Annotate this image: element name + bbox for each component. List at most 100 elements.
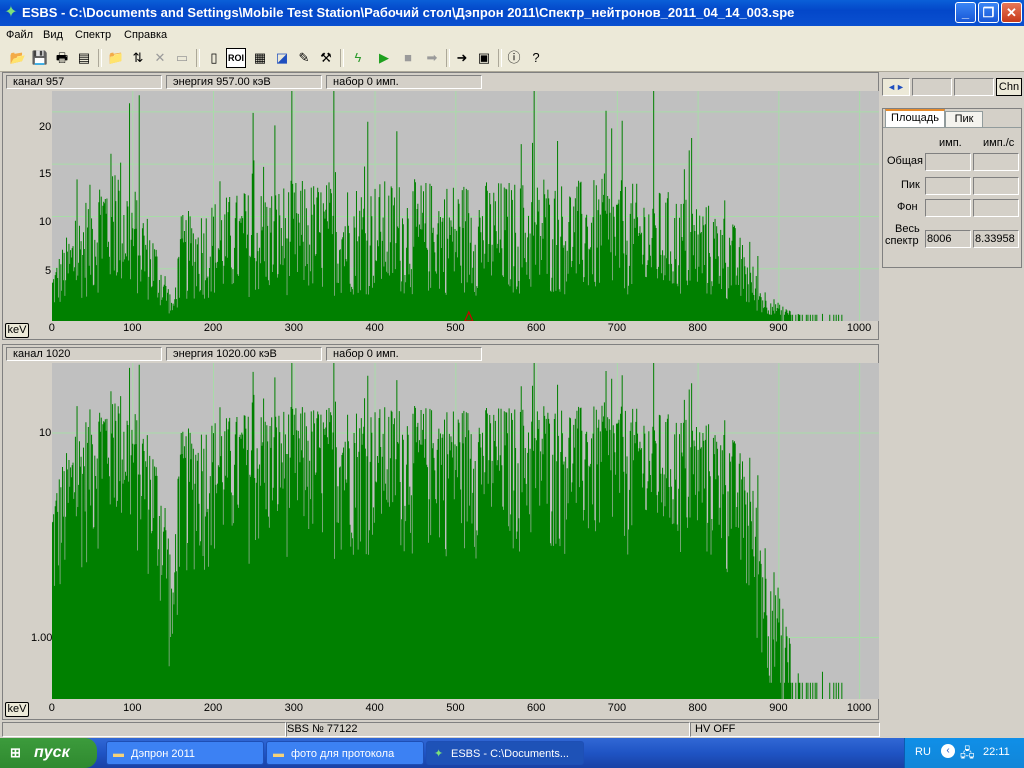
x-tick-label: 100 xyxy=(123,322,142,334)
spectrum-counts-field: 8006 xyxy=(925,230,971,248)
x-tick-label: 700 xyxy=(607,702,627,714)
help-icon[interactable]: ? xyxy=(526,48,546,68)
spectrum-panel-top: канал 957 энергия 957.00 кэВ набор 0 имп… xyxy=(2,72,879,340)
status-serial: SBS № 77122 xyxy=(286,722,690,737)
folder-icon: ▬ xyxy=(273,748,284,760)
x-tick-label: 400 xyxy=(365,322,384,334)
disabled-icon[interactable]: ▭ xyxy=(172,48,192,68)
total-counts-field xyxy=(925,153,971,171)
kev-button[interactable]: keV xyxy=(5,323,29,338)
system-tray: RU ‹ 🖧 22:11 xyxy=(904,738,1024,768)
x-tick-label: 100 xyxy=(123,702,142,714)
print-icon[interactable]: 🖶 xyxy=(52,48,72,68)
x-tick-label: 600 xyxy=(526,702,546,714)
y-tick-label: 1.00 xyxy=(31,632,53,644)
import-icon[interactable]: ▣ xyxy=(474,48,494,68)
menu-file[interactable]: Файл xyxy=(6,29,33,41)
app-icon: ✦ xyxy=(4,4,18,21)
task-esbs[interactable]: ✦ ESBS - C:\Documents... xyxy=(426,741,584,765)
y-tick-label: 5 xyxy=(45,265,52,277)
x-tick-label: 200 xyxy=(203,702,223,714)
folder-icon: ▬ xyxy=(113,748,124,760)
task-label: ESBS - C:\Documents... xyxy=(451,748,569,760)
windows-logo-icon: ⊞ xyxy=(10,745,21,760)
nav-left-icon[interactable]: ◄ xyxy=(887,82,896,92)
menu-view[interactable]: Вид xyxy=(43,29,63,41)
toolbar-separator xyxy=(98,49,102,67)
report-icon[interactable]: ▯ xyxy=(204,48,224,68)
task-photo[interactable]: ▬ фото для протокола xyxy=(266,741,424,765)
x-tick-label: 600 xyxy=(526,322,546,334)
start-label: пуск xyxy=(34,744,70,761)
spectrum-chart-top[interactable] xyxy=(51,81,879,322)
row-total-label: Общая xyxy=(887,155,923,167)
row-spectrum-label: Весь xyxy=(895,223,920,235)
language-indicator[interactable]: RU xyxy=(915,746,931,758)
channel-nav-buttons[interactable]: ◄► xyxy=(882,78,910,96)
stop-icon[interactable]: ■ xyxy=(398,48,418,68)
x-tick-label: 0 xyxy=(48,702,55,714)
status-cell-1 xyxy=(2,722,286,737)
x-tick-label: 500 xyxy=(446,702,465,714)
play-icon[interactable]: ▶ xyxy=(374,48,394,68)
close-button[interactable]: ✕ xyxy=(1001,2,1022,23)
delete-icon[interactable]: ✕ xyxy=(150,48,170,68)
forward-icon[interactable]: ➡ xyxy=(422,48,442,68)
channel-from-field[interactable] xyxy=(912,78,952,96)
total-rate-field xyxy=(973,153,1019,171)
table-icon[interactable]: ▦ xyxy=(250,48,270,68)
run-device-icon[interactable]: ϟ xyxy=(348,48,368,68)
toolbar-separator xyxy=(340,49,344,67)
open-folder-icon[interactable]: 📁 xyxy=(106,48,126,68)
x-tick-label: 700 xyxy=(607,322,627,334)
kev-button[interactable]: keV xyxy=(5,702,29,717)
y-tick-label: 20 xyxy=(39,121,52,133)
tools-icon[interactable]: ⚒ xyxy=(316,48,336,68)
tray-expand-icon[interactable]: ‹ xyxy=(941,744,955,758)
x-tick-label: 1000 xyxy=(846,702,872,714)
spectrum-plot-top[interactable] xyxy=(51,81,879,322)
nav-right-icon[interactable]: ► xyxy=(896,82,905,92)
start-button[interactable]: ⊞ пуск xyxy=(0,738,97,768)
maximize-button[interactable]: ❐ xyxy=(978,2,999,23)
x-tick-label: 500 xyxy=(446,322,465,334)
minimize-button[interactable]: _ xyxy=(955,2,976,23)
peak-rate-field xyxy=(973,177,1019,195)
menu-help[interactable]: Справка xyxy=(124,29,167,41)
energy-field: энергия 1020.00 кэВ xyxy=(166,347,322,361)
energy-field: энергия 957.00 кэВ xyxy=(166,75,322,89)
tab-peak[interactable]: Пик xyxy=(945,111,983,127)
serial-text: SBS № 77122 xyxy=(287,723,358,735)
spectrum-plot-bottom[interactable] xyxy=(51,359,879,699)
open-icon[interactable]: 📂 xyxy=(8,48,28,68)
chn-button[interactable]: Chn xyxy=(996,78,1022,96)
clock: 22:11 xyxy=(983,746,1010,758)
task-depron[interactable]: ▬ Дэпрон 2011 xyxy=(106,741,264,765)
title-bar: ✦ ESBS - C:\Documents and Settings\Mobil… xyxy=(0,0,1024,26)
channel-to-field[interactable] xyxy=(954,78,994,96)
tab-area[interactable]: Площадь xyxy=(885,109,945,127)
toolbar-separator xyxy=(196,49,200,67)
x-tick-label: 300 xyxy=(284,702,304,714)
menu-bar: Файл Вид Спектр Справка xyxy=(0,26,1024,45)
info-icon[interactable]: ⓘ xyxy=(504,48,524,68)
print-setup-icon[interactable]: ▤ xyxy=(74,48,94,68)
row-peak-label: Пик xyxy=(901,179,920,191)
spectrum-chart-bottom[interactable] xyxy=(51,359,879,699)
channel-field: канал 1020 xyxy=(6,347,162,361)
refresh-icon[interactable]: ⇅ xyxy=(128,48,148,68)
task-label: фото для протокола xyxy=(291,748,395,760)
x-tick-label: 300 xyxy=(284,322,304,334)
x-tick-label: 800 xyxy=(688,322,707,334)
export-icon[interactable]: ➜ xyxy=(452,48,472,68)
calibrate-icon[interactable]: ◪ xyxy=(272,48,292,68)
edit-icon[interactable]: ✎ xyxy=(294,48,314,68)
status-bar: SBS № 77122 HV OFF xyxy=(0,721,1024,738)
menu-spectrum[interactable]: Спектр xyxy=(75,29,111,41)
save-icon[interactable]: 💾 xyxy=(30,48,50,68)
roi-icon[interactable]: ROI xyxy=(226,48,246,68)
x-tick-label: 900 xyxy=(769,702,788,714)
column-counts-label: имп. xyxy=(939,137,962,149)
network-icon[interactable]: 🖧 xyxy=(960,744,975,766)
tab-divider xyxy=(883,127,1021,128)
